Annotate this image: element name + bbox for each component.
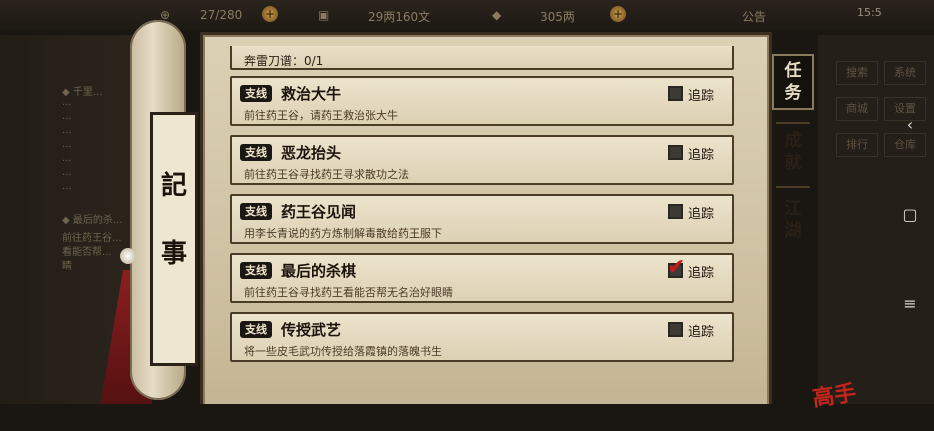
track-checkbox[interactable] [668,86,683,101]
bg-button: 仓库 [884,133,926,157]
system-back-icon[interactable]: ‹ [900,115,920,135]
quest-desc: 将一些皮毛武功传授给落霞镇的落魄书生 [244,345,442,358]
silver-icon: ▣ [318,8,330,22]
bg-line: ◆ 最后的杀... [62,215,123,226]
quest-type-tag: 支线 [240,85,272,102]
quest-card[interactable]: 支线 最后的杀棋 前往药王谷寻找药王看能否帮无名治好眼睛 ✔ 追踪 [230,253,734,303]
seal-stamp: 高手 [810,380,858,412]
quest-desc: 前往药王谷寻找药王看能否帮无名治好眼睛 [244,286,453,299]
tassel-bead [120,248,136,264]
bg-line: ... [62,111,72,122]
system-menu-icon[interactable]: ≡ [900,294,920,314]
system-home-icon[interactable]: ▢ [900,205,920,225]
quest-type-tag: 支线 [240,262,272,279]
track-checkbox[interactable] [668,322,683,337]
bottom-toolbar-bg [0,404,934,431]
gold-value: 305两 [540,10,575,24]
bg-line: 睛 [62,261,72,272]
quest-title: 恶龙抬头 [281,144,342,162]
quest-card[interactable]: 支线 恶龙抬头 前往药王谷寻找药王寻求散功之法 追踪 [230,135,734,185]
bg-line: ... [62,125,72,136]
quest-title: 传授武艺 [281,321,342,339]
bg-line: ... [62,97,72,108]
tab-achievements[interactable]: 成 就 [772,130,814,180]
tab-divider [776,186,810,188]
gold-icon: ◆ [492,8,502,22]
track-checkbox[interactable] [668,204,683,219]
quest-progress: 奔雷刀谱：0/1 [244,54,324,68]
background-right-panel: 搜索 系统 商城 设置 排行 仓库 [818,35,934,415]
journal-scroll-label: 記 事 [150,112,198,366]
journal-tabs: 任 务 成 就 江 湖 [768,52,818,292]
bg-line: 看能否帮... [62,247,112,258]
quest-type-tag: 支线 [240,144,272,161]
tab-quests[interactable]: 任 务 [772,54,814,110]
bg-button: 系统 [884,61,926,85]
bg-button: 搜索 [836,61,878,85]
tab-achievements-label-bottom: 就 [784,153,802,173]
quest-desc: 前往药王谷，请药王救治张大牛 [244,109,398,122]
tab-quests-label-top: 任 [784,61,802,81]
track-label: 追踪 [688,325,715,340]
bg-button: 排行 [836,133,878,157]
bg-line: ... [62,181,72,192]
clock: 15:5 [857,6,882,19]
quest-title: 救治大牛 [281,85,342,103]
bg-line: ◆ 千里... [62,87,103,98]
quest-desc: 前往药王谷寻找药王寻求散功之法 [244,168,409,181]
quest-title: 药王谷见闻 [281,203,357,221]
quest-card-partial[interactable]: 奔雷刀谱：0/1 [230,46,734,70]
tab-achievements-label-top: 成 [784,131,802,151]
quest-card[interactable]: 支线 传授武艺 将一些皮毛武功传授给落霞镇的落魄书生 追踪 [230,312,734,362]
tab-jianghu[interactable]: 江 湖 [772,198,814,248]
tab-jianghu-label-top: 江 [784,199,802,219]
bg-button: 商城 [836,97,878,121]
bg-line: ... [62,153,72,164]
tab-divider [776,122,810,124]
tab-quests-label-bottom: 务 [784,83,802,103]
add-gold-icon[interactable]: + [610,6,626,22]
quest-title: 最后的杀棋 [281,262,357,280]
silver-value: 29两160文 [368,10,431,24]
track-label: 追踪 [688,207,715,222]
bg-line: ... [62,139,72,150]
track-checkbox[interactable] [668,145,683,160]
checkmark-icon: ✔ [667,255,686,280]
quest-card[interactable]: 支线 救治大牛 前往药王谷，请药王救治张大牛 追踪 [230,76,734,126]
announcement-button[interactable]: 公告 [742,8,766,25]
quest-desc: 用李长青说的药方炼制解毒散给药王服下 [244,227,442,240]
bg-line: ... [62,167,72,178]
tab-jianghu-label-bottom: 湖 [784,221,802,241]
journal-char-2: 事 [160,239,187,269]
track-label: 追踪 [688,89,715,104]
journal-char-1: 記 [160,171,187,201]
quest-type-tag: 支线 [240,203,272,220]
stamina-value: 27/280 [200,8,243,22]
track-label: 追踪 [688,148,715,163]
quest-card[interactable]: 支线 药王谷见闻 用李长青说的药方炼制解毒散给药王服下 追踪 [230,194,734,244]
quest-type-tag: 支线 [240,321,272,338]
track-label: 追踪 [688,266,715,281]
bg-line: 前往药王谷... [62,233,122,244]
add-stamina-icon[interactable]: + [262,6,278,22]
quest-list[interactable]: 奔雷刀谱：0/1 支线 救治大牛 前往药王谷，请药王救治张大牛 追踪 支线 恶龙… [230,46,734,386]
